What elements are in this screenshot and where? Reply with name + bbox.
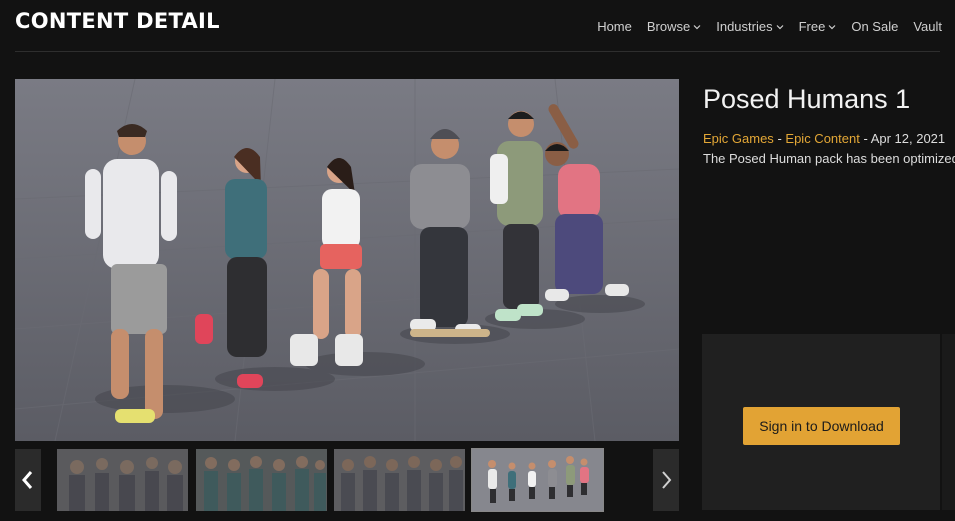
hero-image[interactable] <box>15 79 679 441</box>
gallery-prev-button[interactable] <box>15 449 41 511</box>
gallery-thumb-3[interactable] <box>334 449 465 511</box>
gallery-thumb-2[interactable] <box>196 449 327 511</box>
nav-browse[interactable]: Browse <box>647 19 701 34</box>
release-date: - Apr 12, 2021 <box>863 131 946 146</box>
nav-home[interactable]: Home <box>597 19 632 34</box>
chevron-down-icon <box>693 24 701 29</box>
nav-on-sale-label: On Sale <box>851 19 899 34</box>
top-bar: CONTENT DETAIL Home Browse Industries Fr… <box>0 0 955 52</box>
nav-industries-label: Industries <box>716 19 773 34</box>
nav-vault-label: Vault <box>913 19 942 34</box>
nav-free[interactable]: Free <box>799 19 837 34</box>
nav-home-label: Home <box>597 19 632 34</box>
nav-vault[interactable]: Vault <box>913 19 942 34</box>
thumbnail-image <box>334 449 465 511</box>
chevron-left-icon <box>22 471 33 489</box>
gallery-thumb-1[interactable] <box>57 449 188 511</box>
nav-on-sale[interactable]: On Sale <box>851 19 898 34</box>
nav-industries[interactable]: Industries <box>716 19 784 34</box>
header-divider <box>15 51 940 52</box>
posed-humans-scene <box>15 79 679 441</box>
side-panel-edge <box>942 334 955 510</box>
seller-link[interactable]: Epic Games <box>703 131 774 146</box>
thumbnail-image <box>57 449 188 511</box>
sign-in-download-button[interactable]: Sign in to Download <box>743 407 900 445</box>
gallery-next-button[interactable] <box>653 449 679 511</box>
thumbnail-strip <box>15 448 679 512</box>
product-description: The Posed Human pack has been optimized <box>703 151 955 166</box>
gallery-thumb-4-active[interactable] <box>471 448 604 512</box>
thumbnail-image <box>472 449 603 511</box>
chevron-right-icon <box>662 471 672 489</box>
nav-free-label: Free <box>798 19 826 34</box>
nav-browse-label: Browse <box>646 19 691 34</box>
page-title: CONTENT DETAIL <box>15 9 220 33</box>
product-meta: Epic Games - Epic Content - Apr 12, 2021 <box>703 131 945 146</box>
category-link[interactable]: Epic Content <box>785 131 859 146</box>
meta-separator: - <box>777 131 782 146</box>
thumbnail-image <box>196 449 327 511</box>
chevron-down-icon <box>776 24 784 29</box>
chevron-down-icon <box>828 24 836 29</box>
main-nav: Home Browse Industries Free On Sale Vaul… <box>597 19 942 34</box>
product-title: Posed Humans 1 <box>703 84 911 114</box>
